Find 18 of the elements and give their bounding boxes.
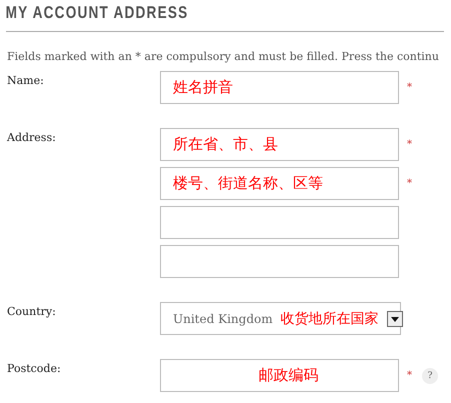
help-button[interactable]: ? [422, 368, 438, 384]
field-label: Postcode: [6, 361, 62, 377]
country-dropdown[interactable]: United Kingdom 收货地所在国家 [160, 302, 401, 335]
intro-text: Fields marked with an * are compulsory and must be filled. Press the continu [7, 50, 440, 63]
page-heading: MY ACCOUNT ADDRESS [4, 2, 190, 23]
required-mark: * [407, 139, 412, 150]
input-field[interactable]: 姓名拼音 [160, 71, 399, 104]
required-mark: * [407, 370, 412, 381]
required-mark: * [407, 82, 412, 93]
input-field[interactable]: 邮政编码 [160, 359, 399, 392]
field-label: Name: [6, 73, 45, 89]
field-label: Address: [6, 130, 57, 146]
input-field[interactable]: 所在省、市、县 [160, 128, 399, 161]
input-field[interactable]: 楼号、街道名称、区等 [160, 167, 399, 200]
input-field[interactable] [160, 245, 399, 278]
input-field[interactable] [160, 206, 399, 239]
field-label: Country: [6, 304, 57, 320]
required-mark: * [407, 178, 412, 189]
